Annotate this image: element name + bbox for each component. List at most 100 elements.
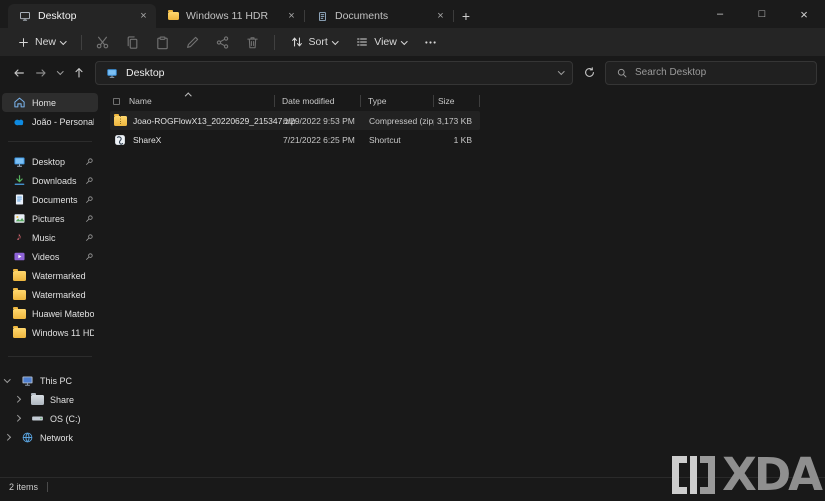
- file-type: Shortcut: [369, 134, 401, 145]
- pin-icon: [85, 195, 94, 204]
- forward-button[interactable]: [30, 61, 52, 85]
- sidebar-item-watermarked-2[interactable]: Watermarked: [2, 285, 98, 304]
- rename-button[interactable]: [179, 30, 207, 54]
- sharex-app-icon: [113, 134, 127, 146]
- address-dropdown-icon[interactable]: [557, 68, 564, 75]
- sidebar-item-windows-11-hdr[interactable]: Windows 11 HDR: [2, 323, 98, 342]
- pin-icon: [85, 176, 94, 185]
- download-icon: [12, 174, 26, 187]
- home-icon: [12, 96, 26, 109]
- file-list-pane: Name Date modified Type Size Joao-ROGFlo…: [100, 89, 825, 477]
- sidebar-item-home[interactable]: Home: [2, 93, 98, 112]
- desktop-icon: [12, 155, 26, 168]
- search-input[interactable]: [635, 67, 807, 78]
- refresh-button[interactable]: [578, 61, 600, 85]
- navigation-pane: Home João - Personal Desktop Downloads D…: [0, 89, 100, 477]
- sidebar-item-network[interactable]: Network: [2, 428, 98, 447]
- address-row: Desktop: [0, 56, 825, 89]
- column-header-date-modified[interactable]: Date modified: [275, 91, 360, 111]
- sidebar-item-videos[interactable]: Videos: [2, 247, 98, 266]
- file-date-modified: 6/29/2022 9:53 PM: [283, 115, 355, 126]
- sidebar-separator: [8, 141, 92, 142]
- sidebar-item-desktop[interactable]: Desktop: [2, 152, 98, 171]
- sidebar-item-huawei-matebook[interactable]: Huawei Matebook: [2, 304, 98, 323]
- share-button[interactable]: [209, 30, 237, 54]
- pictures-icon: [12, 212, 26, 225]
- tab-label: Desktop: [38, 10, 77, 22]
- search-box[interactable]: [605, 60, 817, 85]
- clipboard-icon: [157, 36, 168, 49]
- arrow-right-icon: [36, 68, 46, 77]
- minimize-button[interactable]: –: [699, 0, 741, 28]
- breadcrumb-location[interactable]: Desktop: [126, 67, 165, 79]
- sidebar-item-music[interactable]: ♪ Music: [2, 228, 98, 247]
- close-button[interactable]: ×: [783, 0, 825, 28]
- column-header-type[interactable]: Type: [361, 91, 433, 111]
- chevron-down-icon: [60, 37, 67, 45]
- cut-button[interactable]: [89, 30, 117, 54]
- sidebar-separator: [8, 356, 92, 357]
- tab-desktop[interactable]: Desktop ×: [8, 4, 156, 28]
- tab-windows-11-hdr[interactable]: Windows 11 HDR ×: [156, 4, 304, 28]
- column-headers: Name Date modified Type Size: [110, 91, 817, 111]
- more-options-button[interactable]: [416, 30, 444, 54]
- chevron-right-icon[interactable]: [14, 415, 24, 422]
- monitor-icon: [18, 10, 32, 22]
- tab-documents[interactable]: Documents ×: [305, 4, 453, 28]
- back-button[interactable]: [8, 61, 30, 85]
- chevron-right-icon[interactable]: [14, 396, 24, 403]
- this-pc-icon: [20, 374, 34, 387]
- address-bar[interactable]: Desktop: [95, 60, 573, 85]
- sidebar-item-onedrive-personal[interactable]: João - Personal: [2, 112, 98, 131]
- recent-locations-button[interactable]: [52, 61, 68, 85]
- tab-close-icon[interactable]: ×: [284, 9, 299, 24]
- view-button-label: View: [374, 36, 397, 48]
- new-button-label: New: [35, 36, 57, 48]
- view-button[interactable]: View: [347, 30, 414, 54]
- sidebar-item-os-c[interactable]: OS (C:): [2, 409, 98, 428]
- desktop-location-icon: [105, 67, 119, 79]
- sort-ascending-icon: [185, 93, 192, 100]
- new-tab-button[interactable]: +: [454, 4, 478, 28]
- network-folder-icon: [30, 392, 44, 405]
- paste-button[interactable]: [149, 30, 177, 54]
- column-header-size[interactable]: Size: [434, 91, 479, 111]
- chevron-right-icon[interactable]: [4, 434, 14, 441]
- sidebar-item-this-pc[interactable]: This PC: [2, 371, 98, 390]
- xda-watermark: XDA: [672, 452, 823, 497]
- pin-icon: [85, 252, 94, 261]
- sort-button[interactable]: Sort: [282, 30, 346, 54]
- pin-icon: [85, 157, 94, 166]
- delete-button[interactable]: [239, 30, 267, 54]
- pencil-icon: [187, 36, 199, 48]
- file-name: Joao-ROGFlowX13_20220629_215347.zip: [133, 115, 296, 126]
- tab-close-icon[interactable]: ×: [433, 9, 448, 24]
- select-all-checkbox[interactable]: [112, 97, 121, 106]
- maximize-button[interactable]: □: [741, 0, 783, 28]
- sidebar-item-watermarked-1[interactable]: Watermarked: [2, 266, 98, 285]
- file-row[interactable]: Joao-ROGFlowX13_20220629_215347.zip 6/29…: [110, 111, 480, 130]
- sidebar-item-share[interactable]: Share: [2, 390, 98, 409]
- sort-button-label: Sort: [308, 36, 328, 48]
- sidebar-item-downloads[interactable]: Downloads: [2, 171, 98, 190]
- xda-logo-icon: [672, 456, 688, 494]
- new-button[interactable]: New: [8, 30, 74, 54]
- titlebar: Desktop × Windows 11 HDR × Documents × +…: [0, 0, 825, 28]
- documents-icon: [12, 193, 26, 206]
- sidebar-item-documents[interactable]: Documents: [2, 190, 98, 209]
- arrow-up-icon: [75, 67, 83, 78]
- up-button[interactable]: [68, 61, 90, 85]
- sidebar-item-pictures[interactable]: Pictures: [2, 209, 98, 228]
- chevron-down-icon[interactable]: [4, 376, 14, 383]
- refresh-icon: [584, 67, 594, 77]
- folder-icon: [166, 9, 180, 21]
- file-row[interactable]: ShareX 7/21/2022 6:25 PM Shortcut 1 KB: [110, 130, 480, 149]
- toolbar-divider: [273, 34, 275, 50]
- zip-folder-icon: [113, 113, 127, 126]
- copy-button[interactable]: [119, 30, 147, 54]
- tab-label: Documents: [335, 10, 389, 22]
- file-type: Compressed (zipp...: [369, 115, 434, 126]
- column-header-name[interactable]: Name: [110, 91, 274, 111]
- tab-close-icon[interactable]: ×: [136, 9, 151, 24]
- column-divider[interactable]: [479, 95, 480, 107]
